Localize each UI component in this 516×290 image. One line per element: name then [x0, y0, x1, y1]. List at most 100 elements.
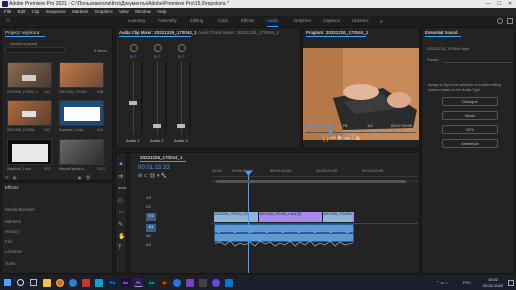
workspace-captions[interactable]: Captions [323, 16, 340, 26]
timeline-timecode[interactable]: 00:01:15:33 [138, 165, 170, 171]
sfx-button[interactable]: SFX [442, 125, 498, 134]
workspace-libraries[interactable]: Libraries [352, 16, 368, 26]
program-timecode[interactable]: 00:01:15:33 [306, 123, 332, 129]
app-icon[interactable] [225, 279, 233, 287]
project-search-input[interactable] [5, 47, 65, 53]
panel-info[interactable]: Info [5, 239, 13, 244]
ambience-button[interactable]: Ambience [442, 139, 498, 148]
timeline-scrollbar-thumb[interactable] [216, 180, 406, 183]
clock-time[interactable]: 15:02 [480, 277, 506, 282]
mark-out-icon[interactable]: } [327, 136, 329, 142]
add-marker-icon[interactable]: ▾ [157, 173, 160, 179]
audio-clip-a2[interactable] [214, 233, 354, 247]
maximize-icon[interactable]: ☐ [497, 0, 501, 8]
track-header-a1[interactable]: A1 [146, 224, 156, 232]
lift-icon[interactable]: ⤒ [352, 136, 355, 142]
workspace-graphics[interactable]: Graphics [294, 16, 311, 26]
timeline-tab[interactable]: 20221226_170044_1 [140, 155, 183, 160]
start-icon[interactable] [4, 279, 11, 286]
track-header-a2[interactable]: A2 [146, 233, 151, 238]
language-indicator[interactable]: РУС [463, 280, 471, 285]
panel-tools[interactable]: Tools [5, 261, 16, 266]
type-tool-icon[interactable]: T [118, 245, 122, 251]
photoshop-icon[interactable]: Ps [108, 278, 117, 287]
export-icon[interactable] [507, 18, 513, 24]
ripple-edit-tool-icon[interactable]: ⟺ [118, 185, 127, 192]
notifications-icon[interactable] [508, 280, 514, 286]
list-view-icon[interactable]: ☰ [5, 175, 9, 180]
clip-thumbnail[interactable] [7, 62, 52, 88]
step-back-icon[interactable]: ⏮ [330, 136, 335, 142]
pan-knob[interactable] [178, 44, 186, 52]
visual-studio-icon[interactable] [186, 279, 194, 287]
selection-tool-icon[interactable]: ▲ [118, 161, 124, 167]
program-tab[interactable]: Program: 20221226_170044_1 [306, 30, 368, 35]
panel-history[interactable]: History [5, 229, 19, 234]
premiere-icon[interactable]: Pr [134, 278, 143, 287]
menu-clip[interactable]: Clip [32, 9, 40, 14]
pen-tool-icon[interactable]: ✎ [118, 221, 123, 228]
video-clip[interactable]: 20221226_170159.mp4 [V] [322, 212, 352, 222]
play-icon[interactable]: ▶ [337, 136, 342, 142]
program-scrub-bar[interactable] [306, 132, 416, 133]
clock-date[interactable]: 05.01.2022 [480, 283, 506, 288]
app-icon[interactable] [173, 279, 181, 287]
video-clip[interactable]: 20221226_170044_1 [V] [214, 212, 258, 222]
video-clip[interactable]: 20221226_170108_1.mp4 [V] [258, 212, 322, 222]
preset-dropdown[interactable] [444, 57, 512, 63]
menu-edit[interactable]: Edit [18, 9, 26, 14]
after-effects-icon[interactable]: Ae [121, 278, 130, 287]
clip-thumbnail[interactable] [7, 100, 52, 126]
step-forward-icon[interactable]: ⏭ [344, 136, 349, 142]
clip-thumbnail[interactable] [7, 139, 52, 165]
menu-view[interactable]: View [119, 9, 129, 14]
dialogue-button[interactable]: Dialogue [442, 97, 498, 106]
clip-thumbnail[interactable] [59, 62, 104, 88]
clip-thumbnail[interactable] [59, 139, 104, 165]
pan-knob[interactable] [130, 44, 138, 52]
settings-icon[interactable]: 🔧 [161, 173, 167, 179]
program-resolution[interactable]: 1/2 [367, 123, 373, 128]
app-icon[interactable] [82, 279, 90, 287]
program-playhead[interactable] [329, 130, 332, 134]
hand-tool-icon[interactable]: ✋ [118, 233, 125, 240]
linked-selection-icon[interactable]: ⛓ [149, 173, 155, 179]
panel-markers[interactable]: Markers [5, 219, 21, 224]
home-icon[interactable]: ⌂ [6, 18, 12, 24]
workspace-assembly[interactable]: Assembly [158, 16, 177, 26]
menu-graphics[interactable]: Graphics [95, 9, 113, 14]
workspace-effects[interactable]: Effects [241, 16, 254, 26]
timeline-ruler[interactable]: 00:00 00:00:08:00 00:00:16:00 00:00:24:0… [212, 167, 418, 177]
app-icon[interactable] [95, 279, 103, 287]
pan-knob[interactable] [154, 44, 162, 52]
menu-file[interactable]: File [4, 9, 11, 14]
new-item-icon[interactable]: ▣ [78, 175, 82, 180]
menu-markers[interactable]: Markers [72, 9, 88, 14]
search-icon[interactable] [17, 279, 24, 286]
snap-icon[interactable]: ⊂ [144, 173, 148, 179]
razor-tool-icon[interactable]: ◇ [118, 197, 123, 204]
track-header-v3[interactable]: V3 [146, 195, 151, 200]
app-icon[interactable] [199, 279, 207, 287]
audition-icon[interactable]: Au [147, 278, 156, 287]
more-workspaces-icon[interactable]: » [380, 17, 383, 27]
volume-fader[interactable] [153, 124, 161, 128]
workspace-color[interactable]: Color [218, 16, 228, 26]
track-header-a3[interactable]: A3 [146, 242, 151, 247]
panel-effects[interactable]: Effects [5, 185, 19, 190]
file-explorer-icon[interactable] [43, 279, 51, 287]
workspace-audio[interactable]: Audio [267, 16, 278, 27]
workspace-learning[interactable]: Learning [128, 16, 145, 26]
video-clip-tail[interactable] [352, 212, 354, 222]
panel-media-browser[interactable]: Media Browser [5, 207, 35, 212]
audio-clip-mixer-tab[interactable]: Audio Clip Mixer: 20221226_170044_1 [119, 30, 197, 35]
music-button[interactable]: Music [442, 111, 498, 120]
menu-help[interactable]: Help [157, 9, 166, 14]
slip-tool-icon[interactable]: ↔ [118, 209, 124, 215]
tray-icons[interactable]: ⌃ ▭ ♪ [436, 280, 447, 285]
essential-sound-tab[interactable]: Essential Sound [425, 30, 458, 35]
menu-sequence[interactable]: Sequence [46, 9, 66, 14]
search-icon[interactable] [497, 18, 503, 24]
track-header-v2[interactable]: V2 [146, 204, 151, 209]
trash-icon[interactable]: 🗑 [86, 175, 91, 180]
